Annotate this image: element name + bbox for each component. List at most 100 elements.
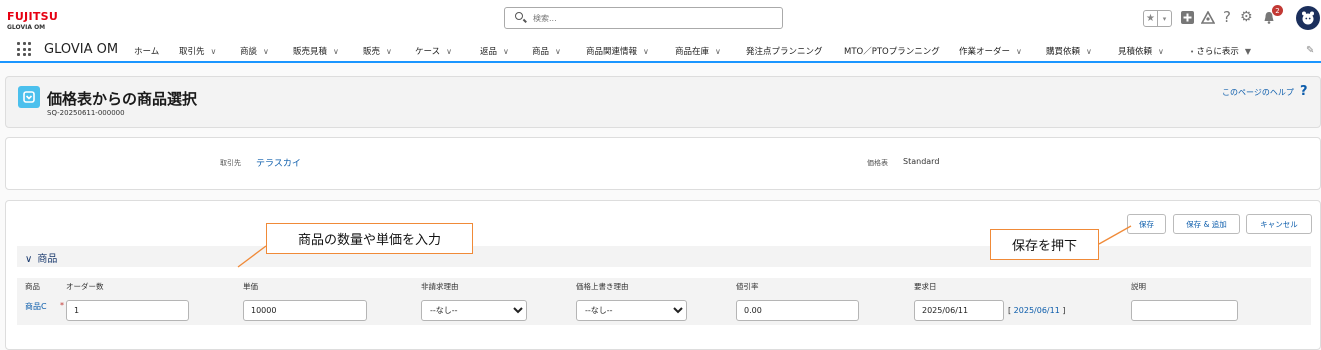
nav-item-returns[interactable]: 返品 ∨ — [480, 45, 509, 57]
edit-nav-pencil-icon[interactable]: ✎ — [1306, 45, 1314, 56]
nav-item-label: 返品 — [480, 47, 498, 57]
record-info-card — [5, 137, 1321, 190]
products-section-toggle[interactable]: ∨ 商品 — [25, 250, 57, 265]
col-header-override-reason: 価格上書き理由 — [576, 282, 629, 291]
nav-item-quote-requests[interactable]: 見積依頼 ∨ — [1118, 45, 1164, 57]
discount-input[interactable] — [736, 300, 859, 321]
account-link[interactable]: テラスカイ — [256, 156, 301, 169]
save-and-add-button[interactable]: 保存 & 追加 — [1173, 214, 1240, 234]
chevron-down-icon[interactable]: ∨ — [715, 47, 721, 56]
nav-item-cases[interactable]: ケース ∨ — [415, 45, 452, 57]
chevron-down-icon[interactable]: ∨ — [1016, 47, 1022, 56]
favorites-button[interactable]: ★ ▾ — [1143, 10, 1172, 27]
logo-subtitle: GLOVIA OM — [7, 24, 46, 31]
nav-item-work-orders[interactable]: 作業オーダー ∨ — [959, 45, 1022, 57]
nonbill-reason-select[interactable]: --なし-- — [421, 300, 527, 321]
col-header-description: 説明 — [1131, 282, 1146, 291]
nav-item-product-info[interactable]: 商品関連情報 ∨ — [586, 45, 649, 57]
table-header-row — [17, 278, 1311, 295]
description-input[interactable] — [1131, 300, 1238, 321]
favorites-dropdown-icon[interactable]: ▾ — [1157, 11, 1171, 26]
today-date-text[interactable]: 2025/06/11 — [1014, 306, 1060, 315]
products-section-header[interactable] — [17, 246, 1311, 267]
override-reason-select[interactable]: --なし-- — [576, 300, 687, 321]
chevron-down-icon[interactable]: ∨ — [1086, 47, 1092, 56]
nav-item-label: 購買依頼 — [1046, 47, 1081, 57]
cancel-button[interactable]: キャンセル — [1246, 214, 1312, 234]
nav-item-reorder-planning[interactable]: 発注点プランニング — [746, 45, 823, 57]
chevron-down-icon[interactable]: ∨ — [211, 47, 217, 56]
search-input[interactable] — [531, 10, 771, 26]
required-indicator: * — [60, 301, 64, 310]
section-title: 商品 — [37, 254, 58, 265]
app-name: GLOVIA OM — [44, 42, 119, 57]
nav-item-label: 販売 — [363, 47, 381, 57]
search-icon — [515, 12, 523, 20]
pricebook-label: 価格表 — [867, 159, 888, 167]
nav-item-label: 商談 — [240, 47, 258, 57]
caret-down-icon[interactable]: ▼ — [1245, 47, 1251, 56]
global-search[interactable] — [504, 7, 783, 29]
nav-item-label: 商品在庫 — [675, 47, 710, 57]
nav-item-label: 見積依頼 — [1118, 47, 1153, 57]
page-header — [5, 76, 1321, 128]
app-launcher-icon[interactable] — [17, 42, 31, 56]
col-header-discount: 値引率 — [736, 282, 759, 291]
request-date-input[interactable] — [914, 300, 1004, 321]
col-header-product: 商品 — [25, 282, 40, 291]
help-question-icon[interactable]: ? — [1300, 84, 1308, 99]
col-header-request-date: 要求日 — [914, 282, 937, 291]
nav-item-sales-quotes[interactable]: 販売見積 ∨ — [293, 45, 339, 57]
chevron-down-icon[interactable]: ∨ — [333, 47, 339, 56]
save-button[interactable]: 保存 — [1127, 214, 1166, 234]
nav-item-label: ホーム — [134, 47, 160, 57]
nav-item-label: 商品関連情報 — [586, 47, 638, 57]
nav-item-label: 取引先 — [179, 47, 205, 57]
chevron-down-icon[interactable]: ∨ — [555, 47, 561, 56]
callout-input-hint: 商品の数量や単価を入力 — [266, 223, 473, 254]
product-selection-card — [5, 200, 1321, 350]
nav-item-accounts[interactable]: 取引先 ∨ — [179, 45, 216, 57]
help-icon[interactable]: ? — [1223, 8, 1231, 26]
nav-item-label: ケース — [415, 47, 441, 57]
nav-item-products[interactable]: 商品 ∨ — [532, 45, 561, 57]
chevron-down-icon[interactable]: ∨ — [263, 47, 269, 56]
page-title: 価格表からの商品選択 — [47, 90, 198, 108]
callout-save-hint: 保存を押下 — [990, 229, 1099, 260]
star-icon[interactable]: ★ — [1144, 11, 1157, 26]
nav-item-sales[interactable]: 販売 ∨ — [363, 45, 392, 57]
chevron-down-icon[interactable]: ∨ — [25, 254, 32, 265]
nav-item-label: MTO／PTOプランニング — [844, 47, 940, 57]
user-avatar[interactable] — [1296, 6, 1320, 30]
nav-item-opportunities[interactable]: 商談 ∨ — [240, 45, 269, 57]
nav-item-label: 作業オーダー — [959, 47, 1011, 57]
nav-item-home[interactable]: ホーム — [134, 45, 159, 57]
nav-item-label: 発注点プランニング — [746, 47, 823, 57]
nav-item-purchase-requests[interactable]: 購買依頼 ∨ — [1046, 45, 1092, 57]
unit-price-input[interactable] — [243, 300, 367, 321]
product-link[interactable]: 商品C — [25, 301, 47, 312]
setup-gear-icon[interactable]: ⚙ — [1240, 8, 1253, 26]
quote-object-icon — [18, 86, 40, 108]
col-header-unit-price: 単価 — [243, 282, 258, 291]
chevron-down-icon[interactable]: ∨ — [643, 47, 649, 56]
notification-badge: 2 — [1272, 5, 1283, 16]
quantity-input[interactable] — [66, 300, 189, 321]
today-date-link[interactable]: [ 2025/06/11 ] — [1008, 306, 1065, 315]
nav-item-more[interactable]: • さらに表示 ▼ — [1190, 45, 1251, 57]
pricebook-value: Standard — [903, 157, 940, 166]
nav-item-inventory[interactable]: 商品在庫 ∨ — [675, 45, 721, 57]
nav-item-label: 商品 — [532, 47, 550, 57]
nav-item-mto-pto[interactable]: MTO／PTOプランニング — [844, 45, 940, 57]
global-actions-icon[interactable] — [1181, 8, 1194, 26]
col-header-nonbill-reason: 非請求理由 — [421, 282, 459, 291]
page-help-link[interactable]: このページのヘルプ — [1222, 87, 1294, 98]
fujitsu-logo[interactable]: FUJITSU — [7, 10, 58, 23]
account-label: 取引先 — [220, 159, 241, 167]
chevron-down-icon[interactable]: ∨ — [503, 47, 509, 56]
col-header-quantity: オーダー数 — [66, 282, 104, 291]
chevron-down-icon[interactable]: ∨ — [1158, 47, 1164, 56]
trailhead-icon[interactable] — [1201, 8, 1215, 26]
chevron-down-icon[interactable]: ∨ — [386, 47, 392, 56]
chevron-down-icon[interactable]: ∨ — [446, 47, 452, 56]
